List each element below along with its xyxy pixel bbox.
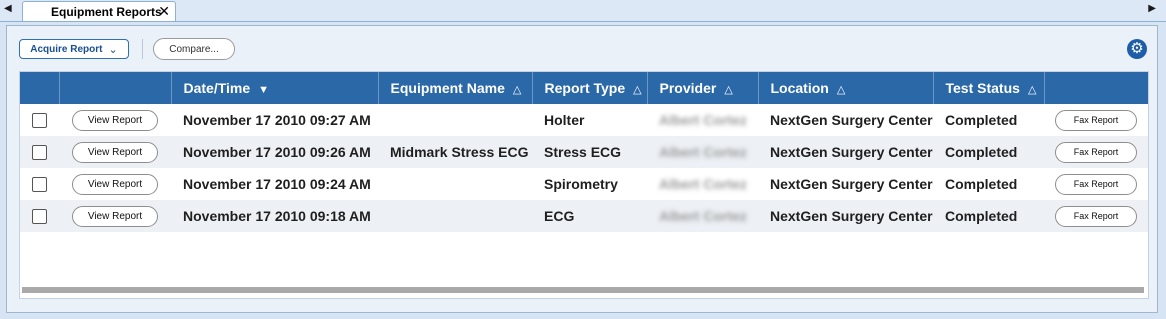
horizontal-scrollbar[interactable] [22,287,1144,293]
view-report-button[interactable]: View Report [72,141,158,163]
cell-report-type: Stress ECG [532,136,647,168]
column-header-provider[interactable]: Provider △ [647,72,759,104]
column-header-location[interactable]: Location △ [758,72,934,104]
cell-report-type: Spirometry [544,176,618,192]
cell-equipment-name [378,168,532,200]
fax-report-button[interactable]: Fax Report [1055,141,1137,163]
cell-provider: Albert Cortez [647,168,758,200]
cell-provider: Albert Cortez [647,104,758,136]
column-label: Provider [659,80,717,96]
cell-location: NextGen Surgery Center [770,112,933,128]
cell-location: NextGen Surgery Center [770,176,933,192]
acquire-report-button[interactable]: Acquire Report ⌄ [19,39,129,59]
sort-asc-icon: △ [836,84,846,96]
cell-datetime: November 17 2010 09:27 AM [183,112,371,128]
column-header-view [59,72,172,104]
equipment-reports-panel: Acquire Report ⌄ Compare... ⚙ Date/Time ▼… [6,25,1158,313]
provider-name-redacted: Albert Cortez [659,208,747,224]
cell-location: NextGen Surgery Center [758,200,933,232]
cell-datetime: November 17 2010 09:26 AM [171,136,378,168]
reports-grid: Date/Time ▼ Equipment Name △ Report Type △ … [19,71,1149,299]
fax-report-button[interactable]: Fax Report [1055,109,1137,131]
row-select-checkbox[interactable] [32,177,47,193]
column-header-fax [1044,72,1148,104]
column-header-equipment-name[interactable]: Equipment Name △ [378,72,533,104]
column-label: Location [770,80,829,96]
column-header-report-type[interactable]: Report Type △ [532,72,648,104]
column-label: Report Type [544,80,626,96]
cell-provider: Albert Cortez [647,136,758,168]
reports-table: Date/Time ▼ Equipment Name △ Report Type △ … [20,72,1148,232]
view-report-button[interactable]: View Report [72,205,158,227]
gear-icon[interactable]: ⚙ [1127,39,1147,59]
table-row[interactable]: View Report November 17 2010 09:24 AM Sp… [20,168,1148,200]
toolbar-divider [142,39,143,59]
cell-provider: Albert Cortez [647,200,758,232]
cell-test-status: Completed [933,136,1044,168]
table-row[interactable]: View Report November 17 2010 09:18 AM EC… [20,200,1148,232]
tab-scroll-left-icon[interactable]: ◀ [4,3,12,14]
cell-datetime: November 17 2010 09:24 AM [183,176,371,192]
compare-button[interactable]: Compare... [153,38,235,60]
column-label: Test Status [945,80,1020,96]
provider-name-redacted: Albert Cortez [659,112,747,128]
cell-test-status: Completed [945,112,1018,128]
cell-test-status: Completed [945,176,1018,192]
tab-strip: ◀ Equipment Reports ✕ ▶ [0,0,1166,22]
column-header-select [20,72,60,104]
tab-equipment-reports[interactable]: Equipment Reports ✕ [22,1,176,21]
cell-datetime: November 17 2010 09:18 AM [171,200,378,232]
cell-report-type: ECG [532,200,647,232]
row-select-checkbox[interactable] [32,145,47,161]
sort-asc-icon: △ [633,84,642,96]
tab-scroll-right-icon[interactable]: ▶ [1148,3,1156,14]
view-report-button[interactable]: View Report [72,109,158,131]
row-select-checkbox[interactable] [32,113,47,129]
provider-name-redacted: Albert Cortez [659,144,747,160]
table-header-row: Date/Time ▼ Equipment Name △ Report Type △ … [20,72,1148,104]
tab-label: Equipment Reports [51,5,162,19]
cell-report-type: Holter [544,112,585,128]
chevron-down-icon: ⌄ [108,43,118,56]
provider-name-redacted: Albert Cortez [659,176,747,192]
sort-asc-icon: △ [512,84,522,96]
table-row[interactable]: View Report November 17 2010 09:27 AM Ho… [20,104,1148,136]
cell-equipment-name [378,200,532,232]
cell-location: NextGen Surgery Center [758,136,933,168]
fax-report-button[interactable]: Fax Report [1055,173,1137,195]
sort-asc-icon: △ [1027,84,1037,96]
table-row[interactable]: View Report November 17 2010 09:26 AM Mi… [20,136,1148,168]
column-label: Equipment Name [390,80,505,96]
fax-report-button[interactable]: Fax Report [1055,205,1137,227]
sort-asc-icon: △ [724,84,733,96]
close-icon[interactable]: ✕ [158,3,170,20]
sort-desc-icon: ▼ [258,84,270,96]
cell-equipment-name: Midmark Stress ECG [378,136,532,168]
cell-test-status: Completed [933,200,1044,232]
column-header-test-status[interactable]: Test Status △ [933,72,1045,104]
acquire-report-label: Acquire Report [30,43,103,55]
cell-equipment-name [378,104,532,136]
row-select-checkbox[interactable] [32,209,47,225]
column-header-datetime[interactable]: Date/Time ▼ [171,72,379,104]
view-report-button[interactable]: View Report [72,173,158,195]
column-label: Date/Time [183,80,251,96]
